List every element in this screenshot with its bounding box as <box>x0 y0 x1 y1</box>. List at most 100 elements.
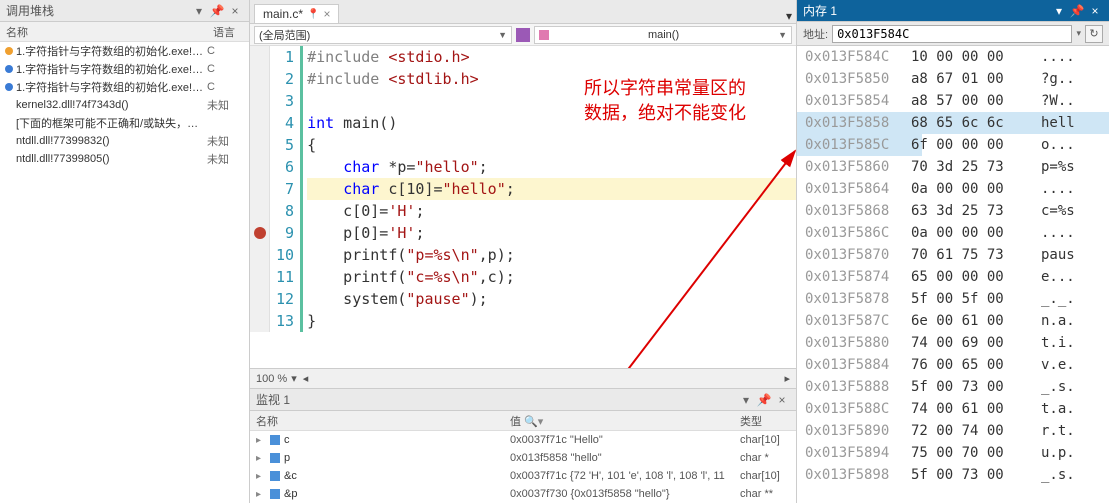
tab-main-c[interactable]: main.c* 📍 × <box>254 4 339 23</box>
code-line[interactable]: printf("c=%s\n",c); <box>307 266 796 288</box>
mem-hex: 0a 00 00 00 <box>911 178 1041 200</box>
callstack-row[interactable]: 1.字符指针与字符数组的初始化.exe!mainC..C <box>0 78 249 96</box>
memory-row[interactable]: 0x013F5850a8 67 01 00?g.. <box>797 68 1109 90</box>
editor-area[interactable]: 12345678910111213 #include <stdio.h>#inc… <box>250 46 796 368</box>
left-column: 调用堆栈 ▾ 📌 × 名称 语言 1.字符指针与字符数组的初始化.exe!mai… <box>0 0 250 503</box>
memory-row[interactable]: 0x013F587C6e 00 61 00n.a. <box>797 310 1109 332</box>
scope-combo-left[interactable]: (全局范围) ▼ <box>254 26 512 44</box>
address-input[interactable] <box>832 25 1072 43</box>
breakpoint-slot[interactable] <box>250 112 269 134</box>
mem-addr: 0x013F5870 <box>805 244 911 266</box>
memory-row[interactable]: 0x013F587465 00 00 00e... <box>797 266 1109 288</box>
watch-row[interactable]: ▸c0x0037f71c "Hello"char[10] <box>250 431 796 449</box>
zoom-dropdown-icon[interactable]: ▾ <box>291 372 297 385</box>
callstack-row[interactable]: 1.字符指针与字符数组的初始化.exe!main(..C <box>0 42 249 60</box>
breakpoint-slot[interactable] <box>250 46 269 68</box>
code-line[interactable]: } <box>307 310 796 332</box>
memory-row[interactable]: 0x013F589072 00 74 00r.t. <box>797 420 1109 442</box>
refresh-button[interactable]: ↻ <box>1085 25 1103 43</box>
memory-row[interactable]: 0x013F588476 00 65 00v.e. <box>797 354 1109 376</box>
breakpoint-icon[interactable] <box>254 227 266 239</box>
scroll-left-icon[interactable]: ◂ <box>303 372 309 385</box>
watch-value: 0x0037f71c {72 'H', 101 'e', 108 'l', 10… <box>506 470 736 482</box>
callstack-row[interactable]: 1.字符指针与字符数组的初始化.exe!__tmai..C <box>0 60 249 78</box>
code-line[interactable]: #include <stdio.h> <box>307 46 796 68</box>
expander-icon[interactable]: ▸ <box>256 489 266 500</box>
code-line[interactable]: printf("p=%s\n",p); <box>307 244 796 266</box>
dropdown-icon[interactable]: ▾ <box>738 392 754 408</box>
watch-col-type[interactable]: 类型 <box>736 413 796 429</box>
breakpoint-slot[interactable] <box>250 244 269 266</box>
scope-combo-right[interactable]: main() ▼ <box>534 26 792 44</box>
code-line[interactable]: p[0]='H'; <box>307 222 796 244</box>
breakpoint-slot[interactable] <box>250 266 269 288</box>
callstack-row[interactable]: [下面的框架可能不正确和/或缺失，没有为 <box>0 114 249 132</box>
memory-row[interactable]: 0x013F58885f 00 73 00_.s. <box>797 376 1109 398</box>
close-icon[interactable]: × <box>227 3 243 19</box>
expander-icon[interactable]: ▸ <box>256 435 266 446</box>
watch-row[interactable]: ▸&p0x0037f730 {0x013f5858 "hello"}char *… <box>250 485 796 503</box>
col-name-header[interactable]: 名称 <box>0 24 209 40</box>
breakpoint-slot[interactable] <box>250 134 269 156</box>
memory-row[interactable]: 0x013F585868 65 6c 6chell <box>797 112 1109 134</box>
breakpoint-slot[interactable] <box>250 200 269 222</box>
dropdown-icon[interactable]: ▾ <box>786 9 792 23</box>
memory-row[interactable]: 0x013F58640a 00 00 00.... <box>797 178 1109 200</box>
pin-icon[interactable]: 📌 <box>756 392 772 408</box>
memory-row[interactable]: 0x013F58785f 00 5f 00_._. <box>797 288 1109 310</box>
pin-icon[interactable]: 📌 <box>209 3 225 19</box>
chevron-down-icon[interactable]: ▾ <box>1076 28 1081 39</box>
close-icon[interactable]: × <box>1087 3 1103 19</box>
callstack-row[interactable]: kernel32.dll!74f7343d()未知 <box>0 96 249 114</box>
code-line[interactable]: c[0]='H'; <box>307 200 796 222</box>
close-icon[interactable]: × <box>323 7 330 21</box>
memory-row[interactable]: 0x013F586070 3d 25 73p=%s <box>797 156 1109 178</box>
expander-icon[interactable]: ▸ <box>256 471 266 482</box>
breakpoint-slot[interactable] <box>250 90 269 112</box>
code-line[interactable]: #include <stdlib.h> <box>307 68 796 90</box>
breakpoint-slot[interactable] <box>250 156 269 178</box>
close-icon[interactable]: × <box>774 392 790 408</box>
dropdown-icon[interactable]: ▾ <box>191 3 207 19</box>
callstack-row[interactable]: ntdll.dll!77399832()未知 <box>0 132 249 150</box>
breakpoint-slot[interactable] <box>250 222 269 244</box>
watch-col-name[interactable]: 名称 <box>250 413 506 429</box>
memory-body[interactable]: 0x013F584C10 00 00 00....0x013F5850a8 67… <box>797 46 1109 503</box>
breakpoint-slot[interactable] <box>250 310 269 332</box>
dropdown-icon[interactable]: ▾ <box>1051 3 1067 19</box>
scroll-right-icon[interactable]: ▸ <box>784 372 790 385</box>
col-lang-header[interactable]: 语言 <box>209 24 249 40</box>
pin-icon[interactable]: 📍 <box>307 9 319 20</box>
watch-row[interactable]: ▸p0x013f5858 "hello"char * <box>250 449 796 467</box>
expander-icon[interactable]: ▸ <box>256 453 266 464</box>
callstack-row[interactable]: ntdll.dll!77399805()未知 <box>0 150 249 168</box>
callstack-title: 调用堆栈 <box>6 2 54 19</box>
code-line[interactable]: int main() <box>307 112 796 134</box>
watch-col-value[interactable]: 值 🔍▾ <box>506 413 736 429</box>
memory-row[interactable]: 0x013F588C74 00 61 00t.a. <box>797 398 1109 420</box>
memory-row[interactable]: 0x013F58985f 00 73 00_.s. <box>797 464 1109 486</box>
breakpoint-gutter[interactable] <box>250 46 270 332</box>
memory-row[interactable]: 0x013F589475 00 70 00u.p. <box>797 442 1109 464</box>
code-line[interactable]: system("pause"); <box>307 288 796 310</box>
zoom-level[interactable]: 100 % <box>256 373 287 385</box>
code-line[interactable] <box>307 90 796 112</box>
memory-row[interactable]: 0x013F584C10 00 00 00.... <box>797 46 1109 68</box>
pin-icon[interactable]: 📌 <box>1069 3 1085 19</box>
callstack-header: 调用堆栈 ▾ 📌 × <box>0 0 249 22</box>
memory-row[interactable]: 0x013F587070 61 75 73paus <box>797 244 1109 266</box>
code-line[interactable]: char *p="hello"; <box>307 156 796 178</box>
breakpoint-slot[interactable] <box>250 178 269 200</box>
breakpoint-slot[interactable] <box>250 68 269 90</box>
code-line[interactable]: { <box>307 134 796 156</box>
memory-row[interactable]: 0x013F5854a8 57 00 00?W.. <box>797 90 1109 112</box>
watch-row[interactable]: ▸&c0x0037f71c {72 'H', 101 'e', 108 'l',… <box>250 467 796 485</box>
memory-row[interactable]: 0x013F586C0a 00 00 00.... <box>797 222 1109 244</box>
memory-row[interactable]: 0x013F585C6f 00 00 00o... <box>797 134 1109 156</box>
code-content[interactable]: #include <stdio.h>#include <stdlib.h> in… <box>303 46 796 332</box>
memory-row[interactable]: 0x013F586863 3d 25 73c=%s <box>797 200 1109 222</box>
memory-row[interactable]: 0x013F588074 00 69 00t.i. <box>797 332 1109 354</box>
code-line[interactable]: char c[10]="hello"; <box>307 178 796 200</box>
breakpoint-slot[interactable] <box>250 288 269 310</box>
watch-type: char[10] <box>736 434 796 446</box>
